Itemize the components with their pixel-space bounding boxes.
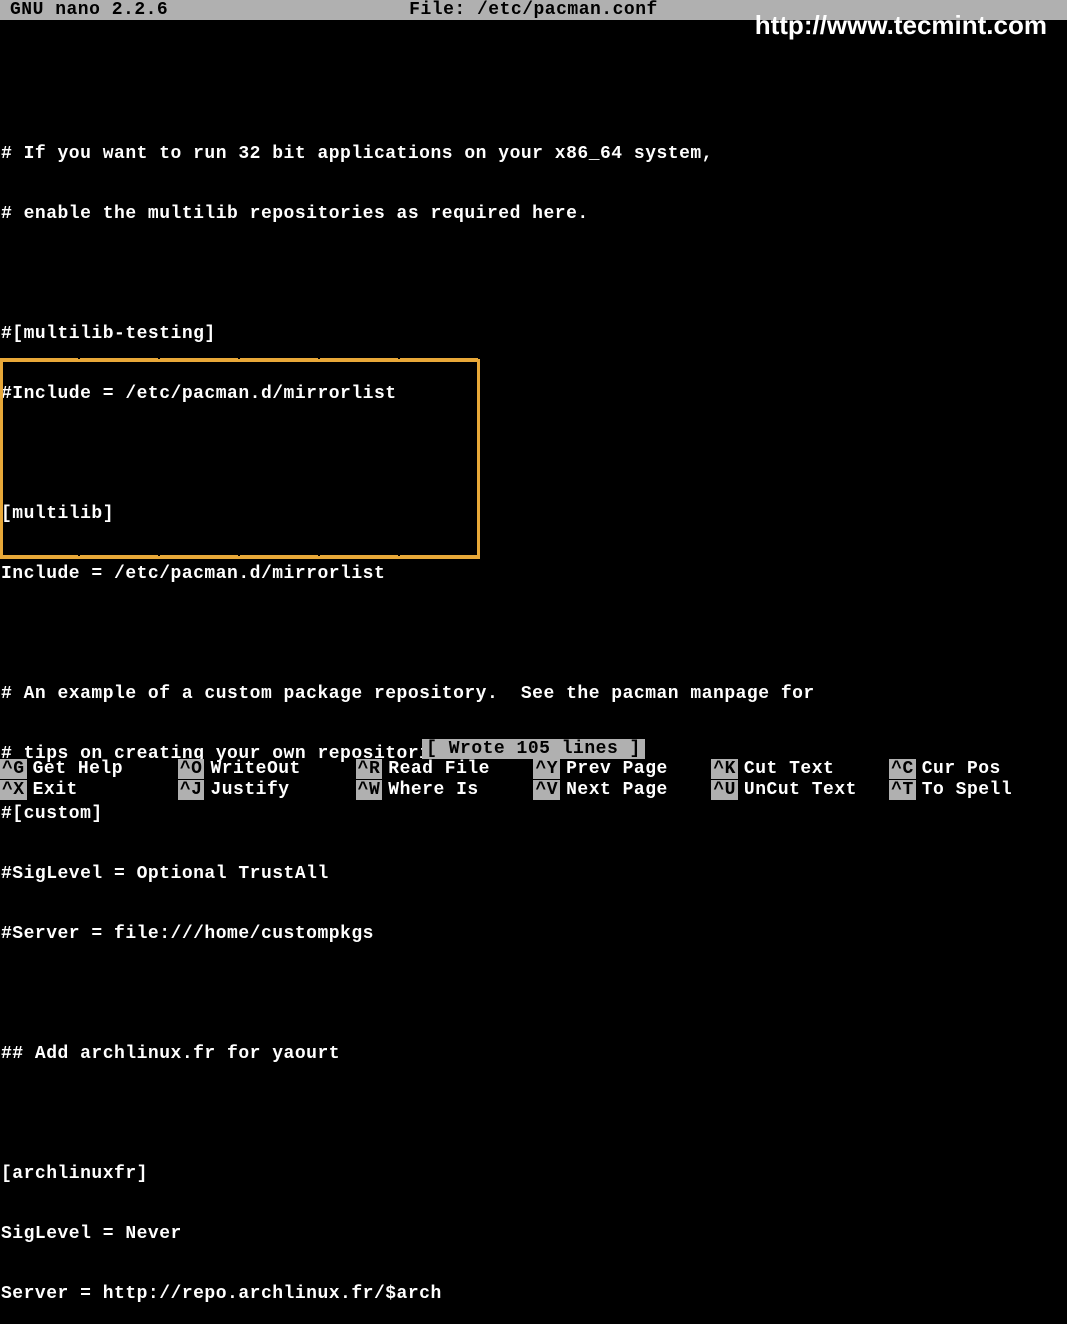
shortcut-exit[interactable]: ^X Exit xyxy=(0,779,178,800)
shortcut-key: ^X xyxy=(0,780,27,800)
status-bar: [ Wrote 105 lines ] xyxy=(0,739,1067,759)
shortcut-where-is[interactable]: ^W Where Is xyxy=(356,779,534,800)
shortcut-label: Next Page xyxy=(566,780,668,800)
shortcut-label: Exit xyxy=(33,780,78,800)
editor-line xyxy=(0,264,1067,284)
shortcuts-bar: ^G Get Help ^O WriteOut ^R Read File ^Y … xyxy=(0,758,1067,800)
shortcut-label: Read File xyxy=(388,759,490,779)
shortcut-cur-pos[interactable]: ^C Cur Pos xyxy=(889,758,1067,779)
shortcut-prev-page[interactable]: ^Y Prev Page xyxy=(533,758,711,779)
shortcut-label: Cur Pos xyxy=(922,759,1001,779)
shortcut-key: ^O xyxy=(178,759,205,779)
shortcut-writeout[interactable]: ^O WriteOut xyxy=(178,758,356,779)
editor-line: #[custom] xyxy=(0,804,1067,824)
shortcut-get-help[interactable]: ^G Get Help xyxy=(0,758,178,779)
editor-line xyxy=(0,444,1067,464)
shortcut-label: Prev Page xyxy=(566,759,668,779)
shortcut-label: Get Help xyxy=(33,759,123,779)
shortcut-key: ^R xyxy=(356,759,383,779)
watermark: http://www.tecmint.com xyxy=(755,10,1047,41)
editor-line: SigLevel = Never xyxy=(0,1224,1067,1244)
shortcut-row-2: ^X Exit ^J Justify ^W Where Is ^V Next P… xyxy=(0,779,1067,800)
shortcut-uncut-text[interactable]: ^U UnCut Text xyxy=(711,779,889,800)
file-label: File: /etc/pacman.conf xyxy=(409,0,658,20)
editor-line: # enable the multilib repositories as re… xyxy=(0,204,1067,224)
editor-content[interactable]: # If you want to run 32 bit applications… xyxy=(0,20,1067,1324)
shortcut-label: Where Is xyxy=(388,780,478,800)
shortcut-key: ^W xyxy=(356,780,383,800)
status-text: [ Wrote 105 lines ] xyxy=(422,739,645,759)
editor-line: Server = http://repo.archlinux.fr/$arch xyxy=(0,1284,1067,1304)
editor-line: [archlinuxfr] xyxy=(0,1164,1067,1184)
shortcut-next-page[interactable]: ^V Next Page xyxy=(533,779,711,800)
editor-line xyxy=(0,984,1067,1004)
editor-line: Include = /etc/pacman.d/mirrorlist xyxy=(0,564,1067,584)
editor-line: [multilib] xyxy=(0,504,1067,524)
editor-line xyxy=(0,84,1067,104)
shortcut-key: ^K xyxy=(711,759,738,779)
editor-line xyxy=(0,1104,1067,1124)
editor-line: #Server = file:///home/custompkgs xyxy=(0,924,1067,944)
shortcut-key: ^C xyxy=(889,759,916,779)
shortcut-label: UnCut Text xyxy=(744,780,857,800)
editor-line: #Include = /etc/pacman.d/mirrorlist xyxy=(0,384,1067,404)
shortcut-label: Justify xyxy=(210,780,289,800)
shortcut-key: ^Y xyxy=(533,759,560,779)
shortcut-label: To Spell xyxy=(922,780,1012,800)
shortcut-key: ^J xyxy=(178,780,205,800)
shortcut-row-1: ^G Get Help ^O WriteOut ^R Read File ^Y … xyxy=(0,758,1067,779)
editor-line: ## Add archlinux.fr for yaourt xyxy=(0,1044,1067,1064)
shortcut-cut-text[interactable]: ^K Cut Text xyxy=(711,758,889,779)
app-name: GNU nano 2.2.6 xyxy=(10,0,168,20)
shortcut-label: WriteOut xyxy=(210,759,300,779)
editor-line: # An example of a custom package reposit… xyxy=(0,684,1067,704)
shortcut-key: ^V xyxy=(533,780,560,800)
shortcut-read-file[interactable]: ^R Read File xyxy=(356,758,534,779)
shortcut-key: ^T xyxy=(889,780,916,800)
shortcut-key: ^U xyxy=(711,780,738,800)
editor-line: # If you want to run 32 bit applications… xyxy=(0,144,1067,164)
shortcut-to-spell[interactable]: ^T To Spell xyxy=(889,779,1067,800)
shortcut-key: ^G xyxy=(0,759,27,779)
editor-line: #[multilib-testing] xyxy=(0,324,1067,344)
editor-line xyxy=(0,624,1067,644)
shortcut-justify[interactable]: ^J Justify xyxy=(178,779,356,800)
shortcut-label: Cut Text xyxy=(744,759,834,779)
editor-line: #SigLevel = Optional TrustAll xyxy=(0,864,1067,884)
